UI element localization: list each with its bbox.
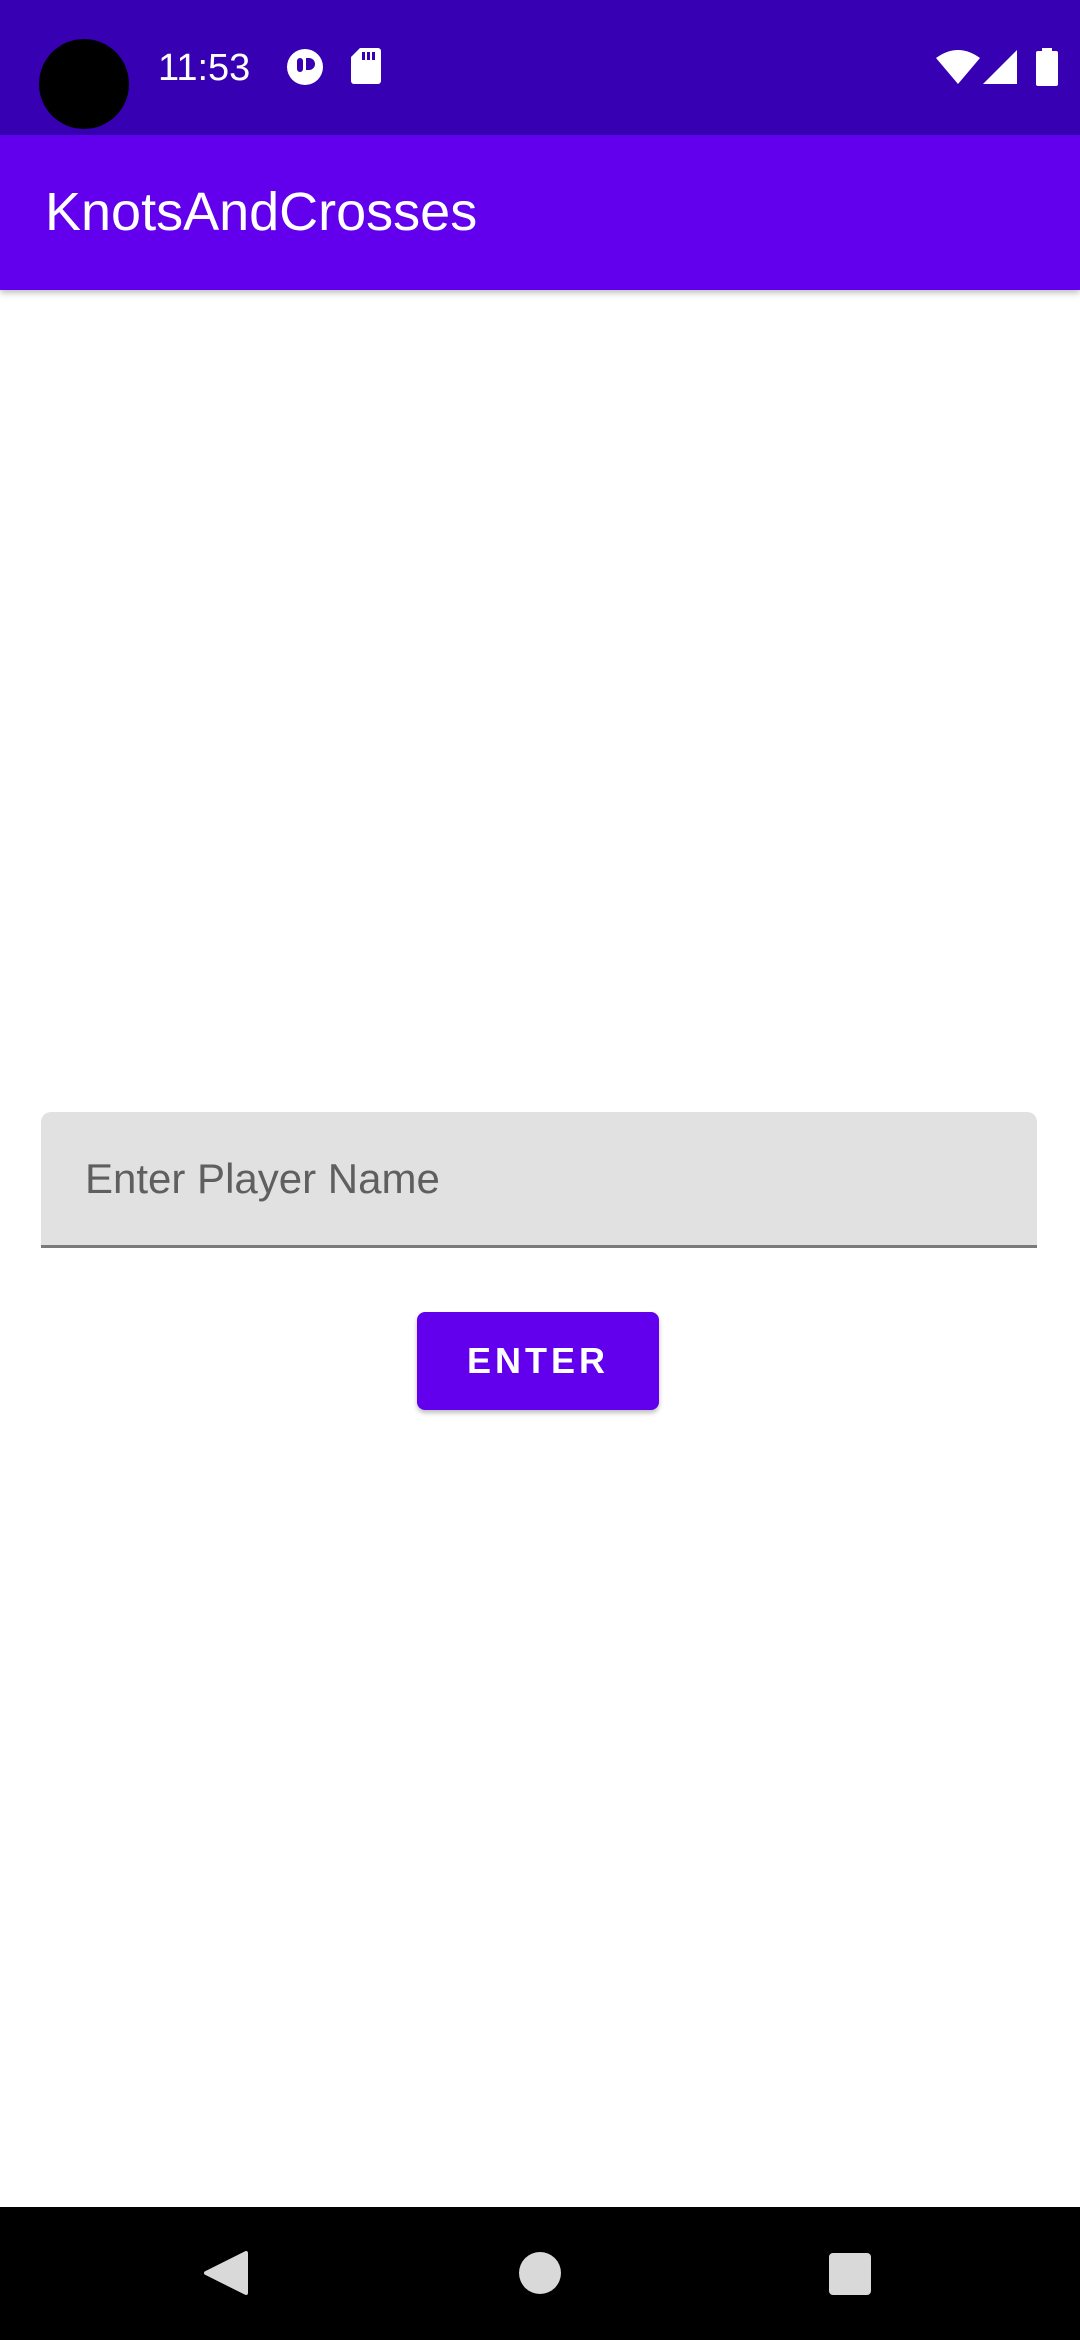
recents-button[interactable] (770, 2207, 930, 2340)
navigation-bar (0, 2207, 1080, 2340)
battery-icon (1036, 48, 1058, 91)
back-icon (146, 2251, 306, 2340)
home-button[interactable] (460, 2207, 620, 2340)
wifi-icon (936, 50, 980, 89)
camera-cutout (39, 39, 129, 129)
screen: 11:53 KnotsAndCrosses Enter Player Name … (0, 0, 1080, 2340)
app-title: KnotsAndCrosses (45, 182, 478, 242)
cellular-signal-icon (983, 50, 1017, 89)
sd-card-icon (351, 48, 381, 89)
player-name-input[interactable] (41, 1112, 1037, 1245)
back-button[interactable] (146, 2207, 306, 2340)
status-time: 11:53 (158, 47, 251, 89)
player-name-field[interactable] (41, 1112, 1037, 1248)
enter-button[interactable]: ENTER (417, 1312, 659, 1410)
app-bar: KnotsAndCrosses (0, 135, 1080, 290)
home-icon (460, 2252, 620, 2340)
status-bar: 11:53 (0, 0, 1080, 135)
recents-icon (770, 2253, 930, 2340)
notification-app-icon (286, 48, 324, 91)
